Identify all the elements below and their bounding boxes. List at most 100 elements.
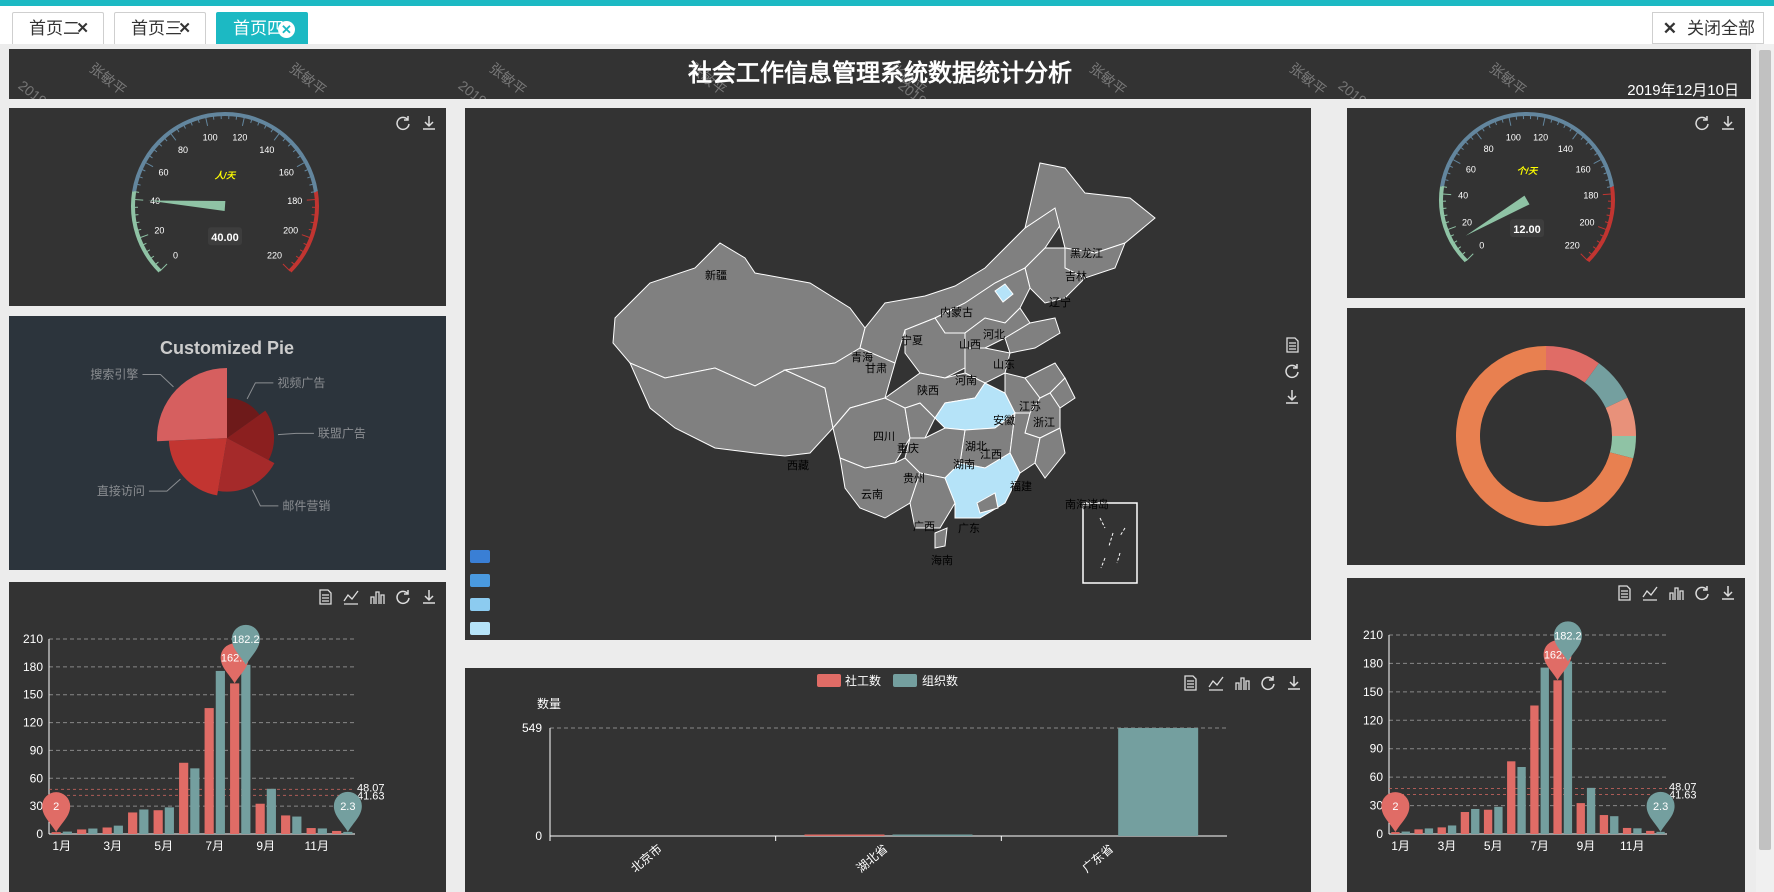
pie-slice: [168, 438, 227, 496]
bar: [51, 832, 61, 834]
gauge-tick: [169, 132, 177, 141]
x-tick-label: 7月: [205, 839, 224, 853]
pie-slice: [156, 368, 227, 442]
gauge-tick: [1475, 130, 1482, 140]
tab-home-2[interactable]: 首页二 ✕: [12, 12, 104, 44]
gauge-tick: [212, 114, 215, 120]
gauge-tick: [1515, 114, 1518, 120]
scrollbar-thumb[interactable]: [1759, 50, 1771, 850]
gauge-tick-label: 220: [267, 250, 282, 260]
speed-gauge: 020406080100 120140160180200220人/天40.00: [131, 112, 319, 273]
legend-swatch: [817, 674, 841, 687]
bar: [113, 825, 123, 834]
speed-gauge: 0 20 40 60 80 100 120 140160 180 200 220 个/天 12.00: [1439, 112, 1615, 263]
close-icon[interactable]: ✕: [278, 21, 295, 38]
bar: [77, 829, 87, 834]
gauge-tick-label: 200: [283, 225, 298, 235]
gauge-tick-label: 180: [287, 196, 302, 206]
y-tick-label: 0: [1376, 827, 1383, 841]
bar: [230, 683, 240, 834]
map-region-label: 江苏: [1019, 400, 1041, 413]
bar: [292, 816, 302, 834]
tab-home-4[interactable]: 首页四 ✕: [216, 12, 308, 44]
bar: [281, 815, 291, 834]
tab-home-3[interactable]: 首页三 ✕: [114, 12, 206, 44]
x-tick-label: 9月: [1577, 839, 1596, 853]
gauge-tick-label: 120: [1533, 132, 1548, 142]
bar: [306, 828, 316, 834]
y-tick-label: 0: [535, 829, 542, 843]
gauge-tick-label: 0: [1479, 240, 1484, 250]
gauge-tick-label: 160: [279, 167, 294, 177]
bar: [1586, 787, 1596, 834]
gauge-tick: [235, 114, 238, 120]
pie-label-line: [148, 478, 181, 492]
donut-chart: [1456, 346, 1636, 526]
y-tick-label: 150: [1363, 685, 1383, 699]
y-tick-label: 30: [30, 799, 44, 813]
custom-pie-panel: Customized Pie 视频广告 联盟广告 邮件营销 直接访问 搜索引擎: [9, 316, 446, 570]
gauge-tick-label: 220: [1565, 240, 1580, 250]
markline-label: 41.63: [357, 790, 385, 802]
close-all-button[interactable]: ✕ 关闭全部: [1651, 12, 1764, 44]
bar: [153, 810, 163, 834]
map-region-label: 吉林: [1065, 269, 1087, 283]
y-tick-label: 30: [1370, 799, 1384, 813]
legend-label: 组织数: [922, 673, 958, 688]
gauge-tick: [282, 263, 291, 272]
bar: [1622, 827, 1632, 834]
gauge-tick-label: 60: [159, 167, 169, 177]
markpoint-label: 182.2: [232, 634, 260, 646]
bar: [179, 762, 189, 834]
bar: [1424, 828, 1434, 834]
gauge-tick: [1580, 253, 1589, 262]
bar: [139, 809, 149, 834]
bar: [1540, 667, 1549, 834]
map-region-label: 南海诸岛: [1065, 497, 1109, 511]
gauge-tick: [159, 263, 168, 272]
close-icon[interactable]: ✕: [76, 13, 89, 45]
map-region-label: 陕西: [917, 383, 939, 397]
pie-label-line: [142, 373, 174, 388]
close-icon[interactable]: ✕: [178, 13, 191, 45]
x-tick-label: 1月: [1391, 839, 1410, 853]
map-region-label: 福建: [1010, 479, 1032, 493]
bar: [1507, 761, 1516, 834]
map-region-label: 重庆: [897, 441, 919, 455]
bar: [1447, 825, 1457, 834]
china-map[interactable]: 新疆 西藏 青海 甘肃 宁夏 内蒙古 黑龙江 吉林 辽宁 河北 山西 山东 陕西…: [465, 108, 1311, 640]
x-tick-label: 3月: [1438, 839, 1457, 853]
bar: [1646, 830, 1655, 834]
gauge-tick-label: 60: [1466, 164, 1476, 174]
monthly-bar-panel-right: 0 30 60 90 120 150 180 210 48.07 41.63 1月 3月 5月 7月 9月 1…: [1347, 578, 1745, 892]
y-tick-label: 210: [1363, 628, 1383, 642]
map-region-label: 山东: [993, 358, 1015, 371]
vertical-scrollbar[interactable]: [1756, 44, 1774, 892]
y-tick-label: 180: [23, 660, 43, 674]
gauge-tick-label: 200: [1579, 217, 1594, 227]
bar: [255, 803, 265, 834]
y-tick-label: 90: [1370, 742, 1384, 756]
gauge-tick: [1602, 193, 1613, 196]
pie-label: 视频广告: [277, 375, 325, 390]
map-region-label: 江西: [980, 448, 1002, 461]
x-tick-label: 3月: [103, 839, 122, 853]
gauge-tick: [306, 198, 317, 201]
gauge-tick-label: 20: [1462, 217, 1472, 227]
bar: [1471, 808, 1480, 834]
map-region-label: 宁夏: [901, 333, 923, 347]
map-region-label: 西藏: [787, 459, 809, 472]
gauge-panel-right: 0 20 40 60 80 100 120 140 160 180 200 220 个/天 12.00: [1347, 108, 1745, 298]
bar: [317, 828, 327, 834]
bar: [215, 670, 225, 834]
pie-label-line: [277, 432, 314, 436]
monthly-bar-panel-left: 0 30 60 90 120 150 180 210 48.07 41.63 1月 3月 5月 7月 9月 1…: [9, 582, 446, 892]
gauge-tick: [133, 198, 144, 201]
pie-label-line: [251, 489, 279, 507]
legend-swatch: [893, 674, 917, 687]
map-panel: 新疆 西藏 青海 甘肃 宁夏 内蒙古 黑龙江 吉林 辽宁 河北 山西 山东 陕西…: [465, 108, 1311, 640]
bar: [1576, 803, 1585, 834]
bar: [1633, 828, 1642, 834]
bar: [164, 807, 174, 834]
x-tick-label: 北京市: [628, 841, 665, 876]
